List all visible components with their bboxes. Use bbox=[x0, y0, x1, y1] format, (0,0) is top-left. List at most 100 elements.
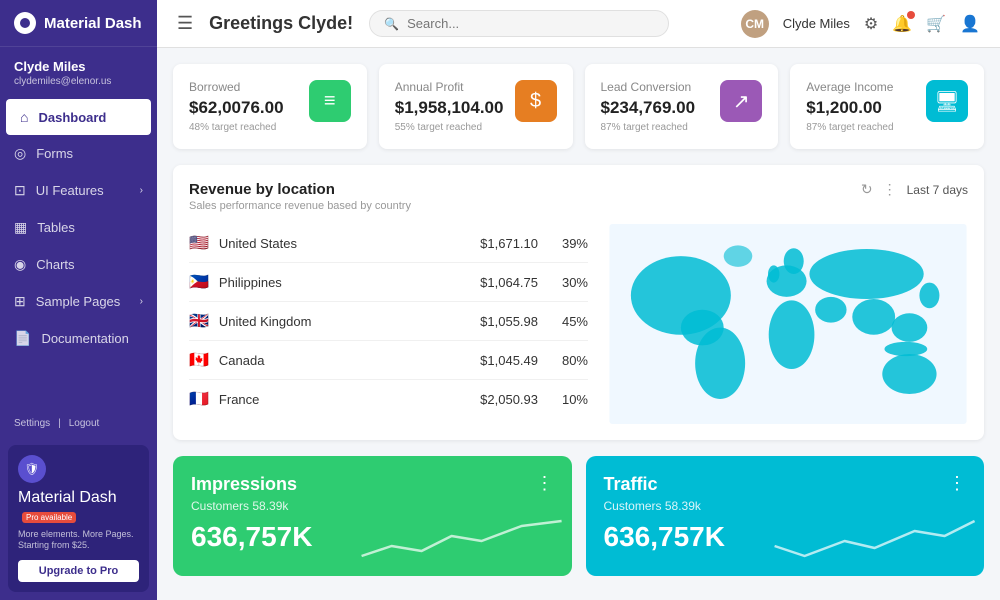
amount-us: $1,671.10 bbox=[458, 236, 538, 251]
sidebar-item-dashboard[interactable]: ⌂ Dashboard bbox=[6, 99, 151, 135]
stat-icon-profit: $ bbox=[515, 80, 557, 122]
search-icon: 🔍 bbox=[384, 17, 399, 31]
sidebar-logo: Material Dash bbox=[0, 0, 157, 47]
stat-info-lead: Lead Conversion $234,769.00 87% target r… bbox=[601, 80, 721, 133]
metric-card-impressions: Impressions ⋮ Customers 58.39k 636,757K bbox=[173, 456, 572, 576]
nav-label-ui-features: UI Features bbox=[36, 183, 104, 198]
revenue-subtitle: Sales performance revenue based by count… bbox=[189, 200, 411, 212]
pct-us: 39% bbox=[548, 236, 588, 251]
sidebar-item-forms[interactable]: ◎ Forms bbox=[0, 135, 157, 172]
user-name: Clyde Miles bbox=[14, 59, 143, 74]
amount-fr: $2,050.93 bbox=[458, 392, 538, 407]
user-icon[interactable]: 👤 bbox=[960, 14, 980, 34]
promo-title-text: Material Dash bbox=[18, 489, 117, 506]
stat-icon-income: 🖥 bbox=[926, 80, 968, 122]
traffic-header: Traffic ⋮ bbox=[604, 474, 967, 495]
impressions-menu-icon[interactable]: ⋮ bbox=[536, 474, 554, 492]
world-map bbox=[608, 224, 968, 424]
country-fr: France bbox=[219, 392, 448, 407]
pct-ph: 30% bbox=[548, 275, 588, 290]
promo-icon: 🛡 bbox=[18, 455, 46, 483]
stat-sub-lead: 87% target reached bbox=[601, 122, 721, 133]
charts-icon: ◉ bbox=[14, 256, 26, 273]
flag-ca: 🇨🇦 bbox=[189, 350, 209, 370]
main-area: ☰ Greetings Clyde! 🔍 CM Clyde Miles ⚙ 🔔 … bbox=[157, 0, 1000, 600]
sidebar-item-ui-features[interactable]: ⊡ UI Features › bbox=[0, 172, 157, 209]
country-uk: United Kingdom bbox=[219, 314, 448, 329]
sidebar-item-sample-pages[interactable]: ⊞ Sample Pages › bbox=[0, 283, 157, 320]
upgrade-button[interactable]: Upgrade to Pro bbox=[18, 560, 139, 582]
cart-icon[interactable]: 🛒 bbox=[926, 14, 946, 34]
sidebar-item-charts[interactable]: ◉ Charts bbox=[0, 246, 157, 283]
revenue-content: 🇺🇸 United States $1,671.10 39% 🇵🇭 Philip… bbox=[189, 224, 968, 424]
revenue-list: 🇺🇸 United States $1,671.10 39% 🇵🇭 Philip… bbox=[189, 224, 588, 424]
sidebar-item-tables[interactable]: ▦ Tables bbox=[0, 209, 157, 246]
impressions-title: Impressions bbox=[191, 474, 297, 495]
sidebar-footer: Settings | Logout bbox=[0, 410, 157, 437]
stat-label-borrowed: Borrowed bbox=[189, 80, 309, 94]
avatar: CM bbox=[741, 10, 769, 38]
traffic-title: Traffic bbox=[604, 474, 658, 495]
nav-label-tables: Tables bbox=[37, 220, 75, 235]
settings-icon[interactable]: ⚙ bbox=[864, 14, 878, 34]
flag-us: 🇺🇸 bbox=[189, 233, 209, 253]
notifications-icon[interactable]: 🔔 bbox=[892, 14, 912, 34]
stat-card-lead: Lead Conversion $234,769.00 87% target r… bbox=[585, 64, 779, 149]
search-box: 🔍 bbox=[369, 10, 669, 37]
content-area: Borrowed $62,0076.00 48% target reached … bbox=[157, 48, 1000, 600]
ui-features-icon: ⊡ bbox=[14, 182, 26, 199]
header-username: Clyde Miles bbox=[783, 16, 850, 31]
nav-label-charts: Charts bbox=[36, 257, 74, 272]
stat-sub-income: 87% target reached bbox=[806, 122, 926, 133]
forms-icon: ◎ bbox=[14, 145, 26, 162]
stat-value-profit: $1,958,104.00 bbox=[395, 98, 515, 118]
stat-label-lead: Lead Conversion bbox=[601, 80, 721, 94]
tables-icon: ▦ bbox=[14, 219, 27, 236]
impressions-chart bbox=[352, 506, 571, 576]
stat-sub-borrowed: 48% target reached bbox=[189, 122, 309, 133]
flag-uk: 🇬🇧 bbox=[189, 311, 209, 331]
nav-label-documentation: Documentation bbox=[41, 331, 128, 346]
revenue-actions: ↻ ⋮ Last 7 days bbox=[861, 181, 968, 198]
search-input[interactable] bbox=[407, 16, 654, 31]
user-email: clydemiles@elenor.us bbox=[14, 76, 143, 87]
revenue-title-area: Revenue by location Sales performance re… bbox=[189, 181, 411, 212]
traffic-menu-icon[interactable]: ⋮ bbox=[948, 474, 966, 492]
logout-link[interactable]: Logout bbox=[69, 418, 100, 429]
pct-fr: 10% bbox=[548, 392, 588, 407]
settings-link[interactable]: Settings bbox=[14, 418, 50, 429]
country-us: United States bbox=[219, 236, 448, 251]
revenue-filter[interactable]: Last 7 days bbox=[907, 183, 968, 197]
bottom-cards: Impressions ⋮ Customers 58.39k 636,757K … bbox=[173, 456, 984, 576]
refresh-icon[interactable]: ↻ bbox=[861, 181, 873, 198]
footer-divider: | bbox=[58, 418, 61, 429]
stat-value-lead: $234,769.00 bbox=[601, 98, 721, 118]
nav-label-sample-pages: Sample Pages bbox=[36, 294, 121, 309]
impressions-header: Impressions ⋮ bbox=[191, 474, 554, 495]
stat-card-profit: Annual Profit $1,958,104.00 55% target r… bbox=[379, 64, 573, 149]
dashboard-icon: ⌂ bbox=[20, 109, 28, 125]
page-greeting: Greetings Clyde! bbox=[209, 13, 353, 34]
promo-card: 🛡 Material Dash Pro available More eleme… bbox=[8, 445, 149, 592]
stat-info-borrowed: Borrowed $62,0076.00 48% target reached bbox=[189, 80, 309, 133]
sidebar: Material Dash Clyde Miles clydemiles@ele… bbox=[0, 0, 157, 600]
menu-icon[interactable]: ☰ bbox=[177, 13, 193, 34]
header-actions: CM Clyde Miles ⚙ 🔔 🛒 👤 bbox=[741, 10, 980, 38]
promo-badge: Pro available bbox=[22, 512, 76, 523]
flag-fr: 🇫🇷 bbox=[189, 389, 209, 409]
sidebar-item-documentation[interactable]: 📄 Documentation bbox=[0, 320, 157, 357]
header: ☰ Greetings Clyde! 🔍 CM Clyde Miles ⚙ 🔔 … bbox=[157, 0, 1000, 48]
stat-card-borrowed: Borrowed $62,0076.00 48% target reached … bbox=[173, 64, 367, 149]
sidebar-nav: ⌂ Dashboard ◎ Forms ⊡ UI Features › ▦ Ta… bbox=[0, 99, 157, 410]
revenue-row-ca: 🇨🇦 Canada $1,045.49 80% bbox=[189, 341, 588, 380]
stat-label-profit: Annual Profit bbox=[395, 80, 515, 94]
map-svg bbox=[608, 224, 968, 424]
amount-ca: $1,045.49 bbox=[458, 353, 538, 368]
promo-desc: More elements. More Pages. Starting from… bbox=[18, 529, 139, 552]
country-ph: Philippines bbox=[219, 275, 448, 290]
revenue-row-ph: 🇵🇭 Philippines $1,064.75 30% bbox=[189, 263, 588, 302]
nav-label-forms: Forms bbox=[36, 146, 73, 161]
chevron-right-icon2: › bbox=[140, 296, 143, 307]
amount-uk: $1,055.98 bbox=[458, 314, 538, 329]
more-icon[interactable]: ⋮ bbox=[883, 181, 897, 198]
